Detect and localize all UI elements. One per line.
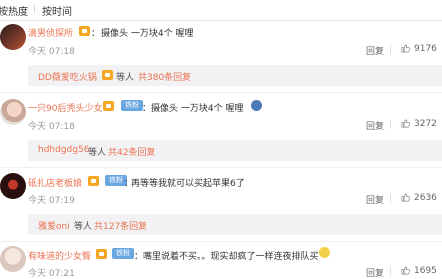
medal-icon [102, 70, 113, 80]
reply-total[interactable]: 共380条回复 [138, 70, 191, 83]
comment-text: 摄像头 一万块4个 喔哩 [101, 29, 194, 39]
comment-username[interactable]: 滴男侦探所 [28, 26, 73, 39]
medal-icon [96, 249, 107, 259]
row-divider [0, 167, 442, 168]
medal-icon [88, 176, 99, 186]
colon: ： [142, 104, 152, 114]
action-divider [390, 120, 391, 129]
avatar[interactable] [0, 173, 26, 199]
fan-badge: 铁粉 [112, 248, 134, 259]
medal-icon [103, 101, 114, 111]
reply-total[interactable]: 共42条回复 [108, 145, 155, 158]
thumb-up-icon[interactable] [401, 44, 410, 53]
reply-summary[interactable]: 雅爱oni 等人 共127条回复 [28, 214, 442, 235]
comment-time: 今天 07:18 [28, 122, 75, 132]
like-count: 1695 [414, 266, 437, 276]
action-divider [390, 194, 391, 203]
avatar[interactable] [0, 24, 26, 50]
reply-summary[interactable]: hdhdgdg56 等人 共42条回复 [28, 140, 442, 161]
comment-username[interactable]: 有味道的少女臀 [28, 249, 91, 262]
action-divider [390, 267, 391, 276]
avatar[interactable] [0, 246, 26, 272]
like-count: 2636 [414, 193, 437, 203]
smiley-emoji-icon [251, 100, 262, 111]
comment-time: 今天 07:18 [28, 47, 75, 57]
comment-text: 再等等我就可以买起苹果6了 [131, 179, 245, 189]
reply-button[interactable]: 回复 [366, 266, 384, 279]
action-divider [390, 45, 391, 54]
like-count: 3272 [414, 119, 437, 129]
comment-text: 嘴里说着不买。。现实却疯了一样连夜排队买 [143, 252, 319, 262]
tabs-divider [0, 20, 442, 21]
fan-badge: 铁粉 [121, 100, 143, 111]
reply-etc: 等人 [88, 148, 107, 158]
medal-icon [79, 26, 90, 36]
reply-total[interactable]: 共127条回复 [94, 219, 147, 232]
thumb-up-icon[interactable] [401, 266, 410, 275]
comment-time: 今天 07:21 [28, 269, 75, 279]
smiley-emoji-icon [319, 247, 330, 258]
comment-username[interactable]: 一只90后秃头少女 [28, 101, 102, 114]
reply-button[interactable]: 回复 [366, 44, 384, 57]
reply-etc: 等人 [116, 73, 135, 83]
comment-text: 摄像头 一万块4个 喔哩 [151, 104, 244, 114]
tab-separator: | [33, 4, 37, 14]
comment-username[interactable]: 砥扎店老板娘 [28, 176, 82, 189]
reply-username[interactable]: DD薇爱吃火锅 [38, 70, 97, 83]
reply-summary[interactable]: DD薇爱吃火锅 等人 共380条回复 [28, 65, 442, 86]
colon: ： [134, 252, 144, 262]
like-count: 9176 [414, 44, 437, 54]
reply-button[interactable]: 回复 [366, 119, 384, 132]
reply-username[interactable]: 雅爱oni [38, 219, 70, 232]
reply-username[interactable]: hdhdgdg56 [38, 145, 89, 155]
reply-button[interactable]: 回复 [366, 193, 384, 206]
thumb-up-icon[interactable] [401, 119, 410, 128]
sort-tabs: 按热度 | 按时间 [0, 0, 442, 21]
colon: ： [91, 29, 101, 39]
row-divider [0, 92, 442, 93]
thumb-up-icon[interactable] [401, 193, 410, 202]
reply-etc: 等人 [74, 222, 93, 232]
avatar[interactable] [0, 99, 26, 125]
tab-sort-by-time[interactable]: 按时间 [42, 3, 72, 18]
row-divider [0, 241, 442, 242]
tab-sort-by-hot[interactable]: 按热度 [0, 3, 28, 18]
comment-time: 今天 07:19 [28, 196, 75, 206]
